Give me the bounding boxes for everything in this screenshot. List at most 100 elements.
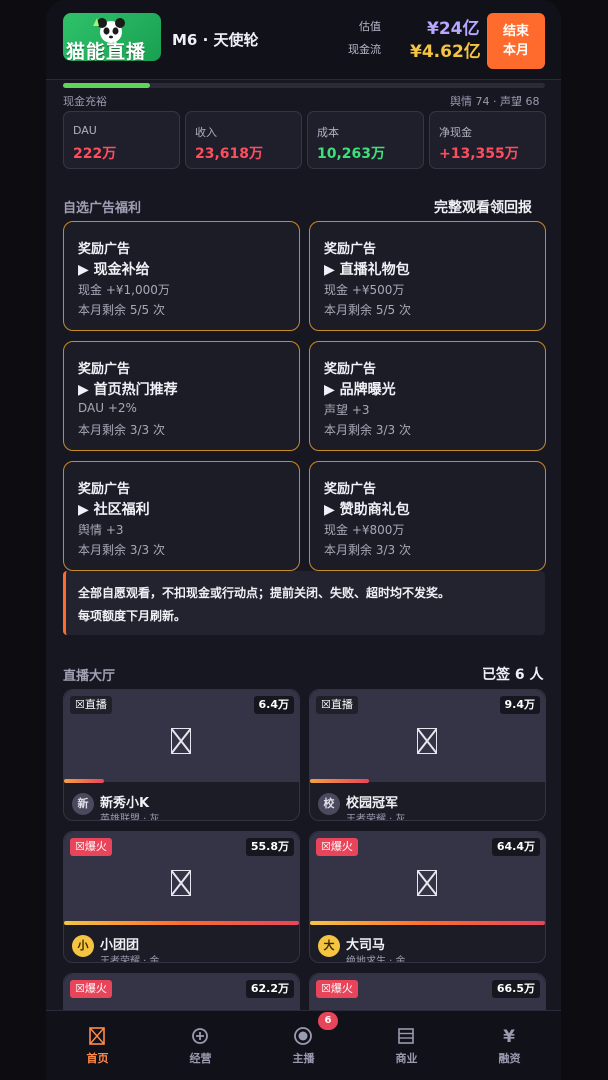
streamer-meta: 英雄联盟 · 灰 <box>100 814 160 821</box>
nav-home[interactable]: 首页 <box>46 1011 149 1080</box>
valuation-label: 估值 <box>359 20 381 33</box>
financing-icon: ¥ <box>503 1027 515 1046</box>
ad-name: ▶ 直播礼物包 <box>324 262 410 278</box>
heat-bar <box>310 921 545 925</box>
stream-tag: ☒爆火 <box>70 838 112 856</box>
heat-bar <box>64 779 104 783</box>
stat-card-cost: 成本 10,263万 <box>307 111 424 169</box>
nav-label: 主播 <box>292 1052 315 1065</box>
ad-reward: 现金 +¥500万 <box>324 283 405 297</box>
viewer-count: 55.8万 <box>245 838 294 856</box>
stat-card-net-cash: 净现金 +13,355万 <box>429 111 546 169</box>
signed-count: 已签 6 人 <box>482 667 544 683</box>
streamer-card[interactable]: ☒爆火 55.8万小小团团 王者荣耀 · 金 <box>63 831 300 963</box>
nav-label: 融资 <box>498 1052 521 1065</box>
lobby-title: 直播大厅 <box>63 669 116 684</box>
avatar: 校 <box>318 793 340 815</box>
stream-tag-text: 直播 <box>330 698 353 711</box>
ads-section-hint: 完整观看领回报 <box>434 200 532 216</box>
streamer-card[interactable]: ☒爆火 64.4万大大司马 绝地求生 · 金 <box>309 831 546 963</box>
ad-card-community[interactable]: 奖励广告 ▶ 社区福利 舆情 +3 本月剩余 3/3 次 <box>63 461 300 571</box>
streamer-name: 校园冠军 <box>346 796 399 811</box>
nav-label: 商业 <box>395 1052 418 1065</box>
ad-name: ▶ 品牌曝光 <box>324 382 396 398</box>
ad-remaining: 本月剩余 5/5 次 <box>324 303 411 317</box>
home-icon <box>89 1027 105 1045</box>
ad-reward: 现金 +¥800万 <box>324 523 405 537</box>
avatar: 新 <box>72 793 94 815</box>
cashflow-value: ¥4.62亿 <box>410 42 481 62</box>
stream-tag-text: 爆火 <box>84 840 107 853</box>
ad-card-gift-pack[interactable]: 奖励广告 ▶ 直播礼物包 现金 +¥500万 本月剩余 5/5 次 <box>309 221 546 331</box>
stat-value: 10,263万 <box>317 146 386 162</box>
viewer-count: 6.4万 <box>253 696 294 714</box>
stream-tag: ☒爆火 <box>316 838 358 856</box>
ad-name: ▶ 首页热门推荐 <box>78 382 178 398</box>
heat-bar <box>310 779 369 783</box>
streamer-card[interactable]: ☒直播 9.4万校校园冠军 王者荣耀 · 灰 <box>309 689 546 821</box>
image-placeholder-icon <box>417 870 437 896</box>
stat-card-dau: DAU 222万 <box>63 111 180 169</box>
stat-value: +13,355万 <box>439 146 519 162</box>
streamer-name: 小团团 <box>100 938 140 953</box>
cashflow-label: 现金流 <box>348 43 381 56</box>
image-placeholder-icon <box>171 870 191 896</box>
ad-reward: DAU +2% <box>78 401 137 415</box>
stat-label: 净现金 <box>439 126 472 139</box>
ad-tag: 奖励广告 <box>78 242 131 257</box>
end-month-line2: 本月 <box>502 43 529 58</box>
logo-text: 猫能直播 <box>66 41 147 61</box>
streamer-name: 新秀小K <box>100 796 150 811</box>
ad-remaining: 本月剩余 5/5 次 <box>78 303 165 317</box>
cash-level-fill <box>63 83 150 88</box>
ad-tag: 奖励广告 <box>324 482 377 497</box>
viewer-count: 62.2万 <box>245 980 294 998</box>
stat-value: 222万 <box>73 146 117 162</box>
image-placeholder-icon <box>171 728 191 754</box>
top-bar: 猫能直播 M6 · 天使轮 估值 ¥24亿 现金流 ¥4.62亿 结束 本月 <box>46 0 561 80</box>
stream-tag-text: 爆火 <box>84 982 107 995</box>
ads-section-title: 自选广告福利 <box>63 201 142 216</box>
business-icon <box>398 1028 414 1044</box>
end-month-button[interactable]: 结束 本月 <box>487 13 545 69</box>
bottom-nav: 首页 经营 主播 商业 ¥ 融资 <box>46 1010 561 1080</box>
ad-remaining: 本月剩余 3/3 次 <box>324 423 411 437</box>
month-stage-label: M6 · 天使轮 <box>172 31 259 49</box>
streamer-card[interactable]: ☒直播 6.4万新新秀小K 英雄联盟 · 灰 <box>63 689 300 821</box>
nav-streamers[interactable]: 主播 <box>252 1011 355 1080</box>
svg-text:¥: ¥ <box>503 1027 515 1046</box>
nav-business[interactable]: 商业 <box>355 1011 458 1080</box>
stream-tag: ☒直播 <box>316 696 358 714</box>
notice-line: 每项额度下月刷新。 <box>78 609 187 623</box>
viewer-count: 64.4万 <box>491 838 540 856</box>
ad-card-sponsor-pack[interactable]: 奖励广告 ▶ 赞助商礼包 现金 +¥800万 本月剩余 3/3 次 <box>309 461 546 571</box>
sentiment-reputation: 舆情 74 · 声望 68 <box>450 95 540 108</box>
ad-card-brand-exposure[interactable]: 奖励广告 ▶ 品牌曝光 声望 +3 本月剩余 3/3 次 <box>309 341 546 451</box>
ad-card-cash-supply[interactable]: 奖励广告 ▶ 现金补给 现金 +¥1,000万 本月剩余 5/5 次 <box>63 221 300 331</box>
stat-card-revenue: 收入 23,618万 <box>185 111 302 169</box>
streamer-icon <box>294 1027 312 1045</box>
ad-reward: 舆情 +3 <box>78 523 124 537</box>
nav-financing[interactable]: ¥ 融资 <box>458 1011 561 1080</box>
stat-label: 收入 <box>195 126 217 139</box>
notice-line: 全部自愿观看，不扣现金或行动点；提前关闭、失败、超时均不发奖。 <box>78 586 451 600</box>
stream-tag-text: 爆火 <box>330 982 353 995</box>
stream-tag: ☒爆火 <box>316 980 358 998</box>
ad-reward: 声望 +3 <box>324 403 370 417</box>
ad-remaining: 本月剩余 3/3 次 <box>324 543 411 557</box>
end-month-line1: 结束 <box>502 24 529 39</box>
stat-label: 成本 <box>317 126 339 139</box>
viewer-count: 9.4万 <box>499 696 540 714</box>
stat-label: DAU <box>73 124 97 137</box>
stat-value: 23,618万 <box>195 146 264 162</box>
nav-label: 首页 <box>86 1052 109 1065</box>
avatar: 小 <box>72 935 94 957</box>
ad-card-homepage-recommend[interactable]: 奖励广告 ▶ 首页热门推荐 DAU +2% 本月剩余 3/3 次 <box>63 341 300 451</box>
nav-label: 经营 <box>189 1052 212 1065</box>
app-screen: 猫能直播 M6 · 天使轮 估值 ¥24亿 现金流 ¥4.62亿 结束 本月 现… <box>46 0 561 1080</box>
ad-remaining: 本月剩余 3/3 次 <box>78 423 165 437</box>
ad-name: ▶ 社区福利 <box>78 502 150 518</box>
valuation-value: ¥24亿 <box>427 19 480 39</box>
cash-level-bar <box>63 83 545 88</box>
nav-operations[interactable]: 经营 <box>149 1011 252 1080</box>
